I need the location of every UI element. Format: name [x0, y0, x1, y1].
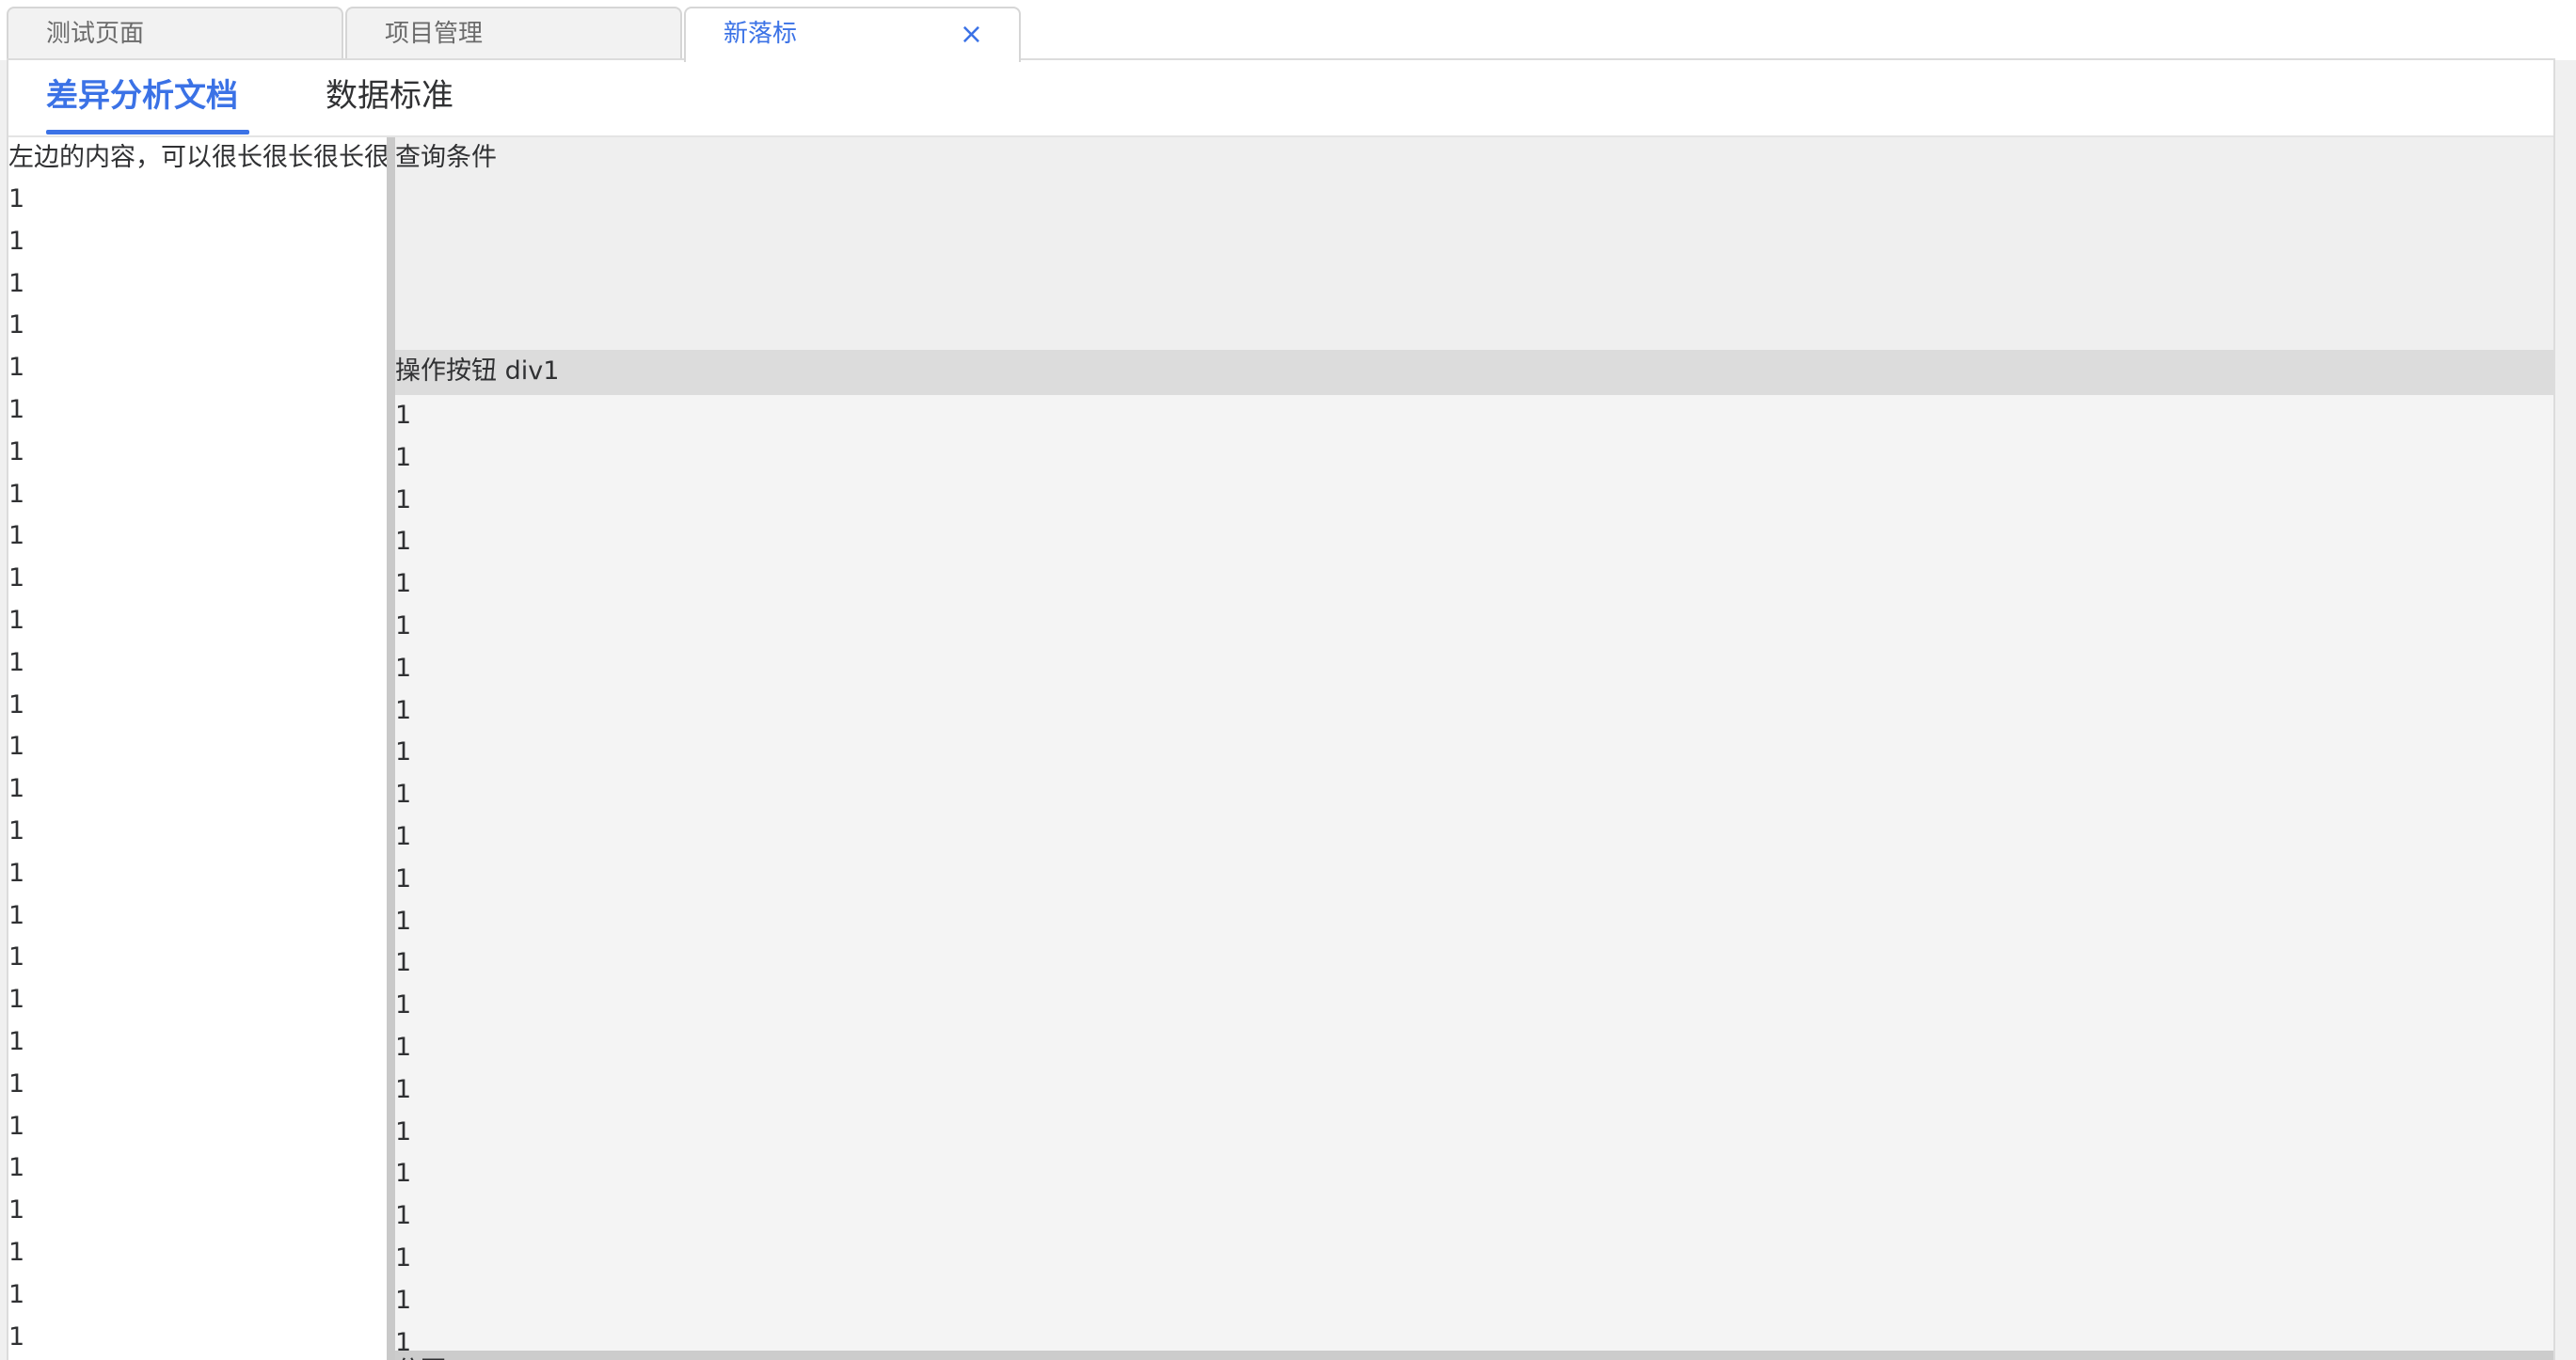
list-item: 1 [395, 780, 412, 810]
list-item: 1 [395, 906, 412, 936]
list-item: 1 [395, 1327, 412, 1351]
list-item: 1 [395, 527, 412, 557]
list-item: 1 [8, 394, 25, 424]
main-frame: 差异分析文档 数据标准 左边的内容，可以很长很长很长很长很长很长很长很长很长 1… [7, 58, 2555, 1360]
subtab-data-standard[interactable]: 数据标准 [326, 75, 453, 117]
list-item: 1 [395, 821, 412, 851]
list-item: 1 [8, 732, 25, 762]
list-item: 1 [8, 985, 25, 1015]
list-item: 1 [8, 563, 25, 593]
list-item: 1 [8, 521, 25, 551]
list-item: 1 [8, 436, 25, 467]
list-item: 1 [8, 900, 25, 930]
list-item: 1 [8, 605, 25, 635]
list-item: 1 [8, 1195, 25, 1226]
list-item: 1 [8, 353, 25, 383]
list-item: 1 [8, 1153, 25, 1183]
app-window: 测试页面 项目管理 新落标 × 差异分析文档 数据标准 左边的内容，可以很长很长… [0, 0, 2576, 1360]
list-item: 1 [395, 1116, 412, 1147]
list-item: 1 [395, 948, 412, 978]
pagination-label: 分页 [395, 1356, 446, 1360]
list-item: 1 [395, 610, 412, 640]
list-item: 1 [395, 1159, 412, 1189]
list-item: 1 [395, 695, 412, 725]
list-item: 1 [395, 1201, 412, 1231]
list-item: 1 [395, 863, 412, 893]
sub-tab-bar: 差异分析文档 数据标准 [8, 60, 2553, 137]
tab-label: 项目管理 [385, 20, 484, 48]
right-panel: 查询条件 操作按钮 div1 1 1 1 1 1 1 1 1 1 1 1 1 1 1 1 1 1 1 1 1 1 1 1 分… [395, 137, 2553, 1360]
list-item: 1 [8, 479, 25, 509]
list-item: 1 [395, 737, 412, 767]
list-item: 1 [395, 653, 412, 683]
left-panel: 左边的内容，可以很长很长很长很长很长很长很长很长很长 1111111111111… [8, 137, 387, 1360]
list-item: 1 [8, 1068, 25, 1099]
list-item: 1 [8, 689, 25, 720]
list-item: 1 [395, 1285, 412, 1315]
list-item: 1 [395, 1074, 412, 1104]
list-item: 1 [8, 1026, 25, 1056]
list-item: 1 [8, 310, 25, 340]
query-section: 查询条件 [395, 137, 2553, 350]
left-panel-header: 左边的内容，可以很长很长很长很长很长很长很长很长很长 [8, 143, 387, 172]
list-item: 1 [8, 1321, 25, 1352]
left-panel-list: 1 1 1 1 1 1 1 1 1 1 1 1 1 1 1 1 1 1 1 1 1 1 1 1 1 1 1 1 [8, 179, 387, 1358]
list-item: 1 [8, 942, 25, 973]
list-item: 1 [8, 774, 25, 804]
pagination-bar: 分页 [395, 1351, 2553, 1360]
tab-strip: 测试页面 项目管理 新落标 × [0, 0, 2576, 62]
list-item: 1 [395, 484, 412, 514]
list-item: 1 [395, 569, 412, 599]
list-item: 1 [8, 1279, 25, 1309]
subtab-diff-analysis[interactable]: 差异分析文档 [46, 75, 238, 117]
list-item: 1 [395, 401, 412, 430]
list-item: 1 [395, 1242, 412, 1273]
tab-test-page[interactable]: 测试页面 [7, 7, 343, 60]
list-item: 1 [8, 815, 25, 846]
list-item: 1 [8, 226, 25, 256]
tab-label: 测试页面 [46, 20, 145, 48]
tab-label: 新落标 [724, 20, 798, 48]
right-panel-list: 1 1 1 1 1 1 1 1 1 1 1 1 1 1 1 1 1 1 1 1 1 1 1 [395, 395, 2553, 1351]
close-icon[interactable]: × [960, 8, 983, 60]
list-item: 1 [8, 858, 25, 888]
actions-label: 操作按钮 div1 [395, 356, 560, 386]
list-item: 1 [395, 442, 412, 472]
query-label: 查询条件 [395, 143, 497, 172]
list-item: 1 [8, 268, 25, 298]
list-item: 1 [8, 647, 25, 677]
tab-project-management[interactable]: 项目管理 [345, 7, 682, 60]
panel-splitter[interactable] [387, 137, 395, 1360]
list-item: 1 [8, 1237, 25, 1267]
list-item: 1 [8, 184, 25, 213]
list-item: 1 [395, 990, 412, 1020]
list-item: 1 [395, 1032, 412, 1062]
actions-bar: 操作按钮 div1 [395, 350, 2553, 395]
list-item: 1 [8, 1111, 25, 1141]
tab-new-standard[interactable]: 新落标 × [684, 7, 1021, 62]
active-subtab-indicator [46, 130, 249, 134]
